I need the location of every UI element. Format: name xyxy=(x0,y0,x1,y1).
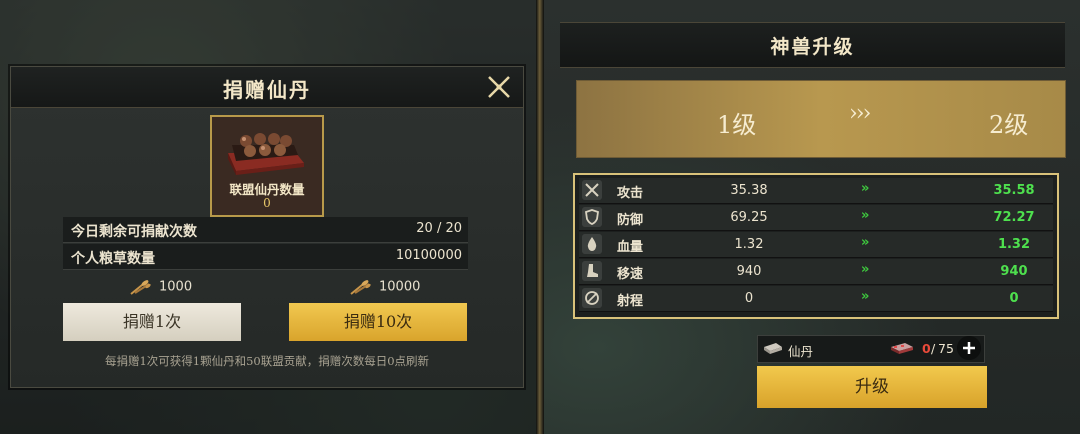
donate-hint: 每捐赠1次可获得1颗仙丹和50联盟贡献，捐赠次数每日0点刷新 xyxy=(104,354,430,368)
elixir-brick-icon xyxy=(764,343,782,354)
cost-ten: 10000 xyxy=(349,278,420,296)
elixir-box-icon xyxy=(218,123,312,177)
blood-drop-icon xyxy=(582,234,602,254)
range-icon xyxy=(582,288,602,308)
stat-row-range: 射程 0 » 0 xyxy=(579,286,1053,312)
donate-once-button[interactable]: 捐赠1次 xyxy=(63,303,241,341)
personal-provisions-label: 个人粮草数量 xyxy=(71,251,155,267)
personal-provisions-row: 个人粮草数量 10100000 xyxy=(63,244,468,270)
item-count: 0 xyxy=(263,196,271,210)
stat-row-hp: 血量 1.32 » 1.32 xyxy=(579,232,1053,258)
next-level: 2级 xyxy=(989,111,1029,139)
wheat-icon xyxy=(350,280,371,295)
remaining-donations-value: 20 / 20 xyxy=(416,221,462,236)
stat-name: 射程 xyxy=(617,294,644,309)
stat-old-value: 69.25 xyxy=(730,210,768,225)
stat-row-speed: 移速 940 » 940 xyxy=(579,259,1053,285)
requirement-separator: / xyxy=(931,341,936,356)
wheat-icon xyxy=(130,280,151,295)
stat-old-value: 0 xyxy=(744,291,754,306)
elixir-requirement: 仙丹 0 / 75 xyxy=(757,335,985,363)
stat-new-value: 35.58 xyxy=(993,183,1035,198)
donate-dialog: 捐赠仙丹 联盟仙丹数量 0 今日剩余可捐献次数 20 / 20 个人粮草数量 1… xyxy=(10,66,524,388)
stat-old-value: 940 xyxy=(736,264,762,279)
stat-row-defense: 防御 69.25 » 72.27 xyxy=(579,205,1053,231)
stat-old-value: 1.32 xyxy=(734,237,764,252)
add-elixir-button[interactable] xyxy=(957,336,981,360)
donate-ten-button[interactable]: 捐赠10次 xyxy=(289,303,467,341)
requirement-need: 75 xyxy=(938,341,954,356)
stat-name: 移速 xyxy=(617,267,644,282)
shield-icon xyxy=(582,207,602,227)
stat-new-value: 940 xyxy=(1000,264,1028,279)
stat-new-value: 72.27 xyxy=(993,210,1035,225)
level-arrows: ››› xyxy=(849,101,871,126)
upgrade-title: 神兽升级 xyxy=(770,36,855,58)
stat-arrow: » xyxy=(861,289,870,304)
stat-new-value: 1.32 xyxy=(997,237,1031,252)
stat-name: 防御 xyxy=(617,213,644,228)
stat-arrow: » xyxy=(861,262,870,277)
close-icon[interactable] xyxy=(485,73,513,101)
boot-icon xyxy=(582,261,602,281)
alliance-elixir-item[interactable]: 联盟仙丹数量 0 xyxy=(210,115,324,217)
remaining-donations-row: 今日剩余可捐献次数 20 / 20 xyxy=(63,217,468,243)
stat-new-value: 0 xyxy=(1009,291,1019,306)
dialog-header: 捐赠仙丹 xyxy=(11,67,523,108)
crossed-swords-icon xyxy=(582,180,602,200)
requirement-name: 仙丹 xyxy=(788,344,814,359)
cost-once-value: 1000 xyxy=(159,279,193,295)
personal-provisions-value: 10100000 xyxy=(395,248,462,263)
cost-once: 1000 xyxy=(129,278,192,296)
dialog-title: 捐赠仙丹 xyxy=(223,78,311,102)
upgrade-header: 神兽升级 xyxy=(560,22,1065,68)
cost-ten-value: 10000 xyxy=(379,279,421,295)
stat-name: 血量 xyxy=(617,240,644,255)
stat-arrow: » xyxy=(861,181,870,196)
remaining-donations-label: 今日剩余可捐献次数 xyxy=(71,224,197,240)
panel-divider xyxy=(536,0,544,434)
stat-old-value: 35.38 xyxy=(730,183,768,198)
stats-table: 攻击 35.38 » 35.58 防御 69.25 » 72.27 血量 1.3… xyxy=(573,173,1059,319)
stat-arrow: » xyxy=(861,208,870,223)
stat-row-attack: 攻击 35.38 » 35.58 xyxy=(579,178,1053,204)
level-band: 1级 ››› 2级 xyxy=(576,80,1066,158)
upgrade-button[interactable]: 升级 xyxy=(757,366,987,408)
current-level: 1级 xyxy=(717,111,757,139)
requirement-have: 0 xyxy=(922,341,931,356)
stat-name: 攻击 xyxy=(617,186,644,201)
stat-arrow: » xyxy=(861,235,870,250)
red-brick-icon xyxy=(891,343,913,354)
